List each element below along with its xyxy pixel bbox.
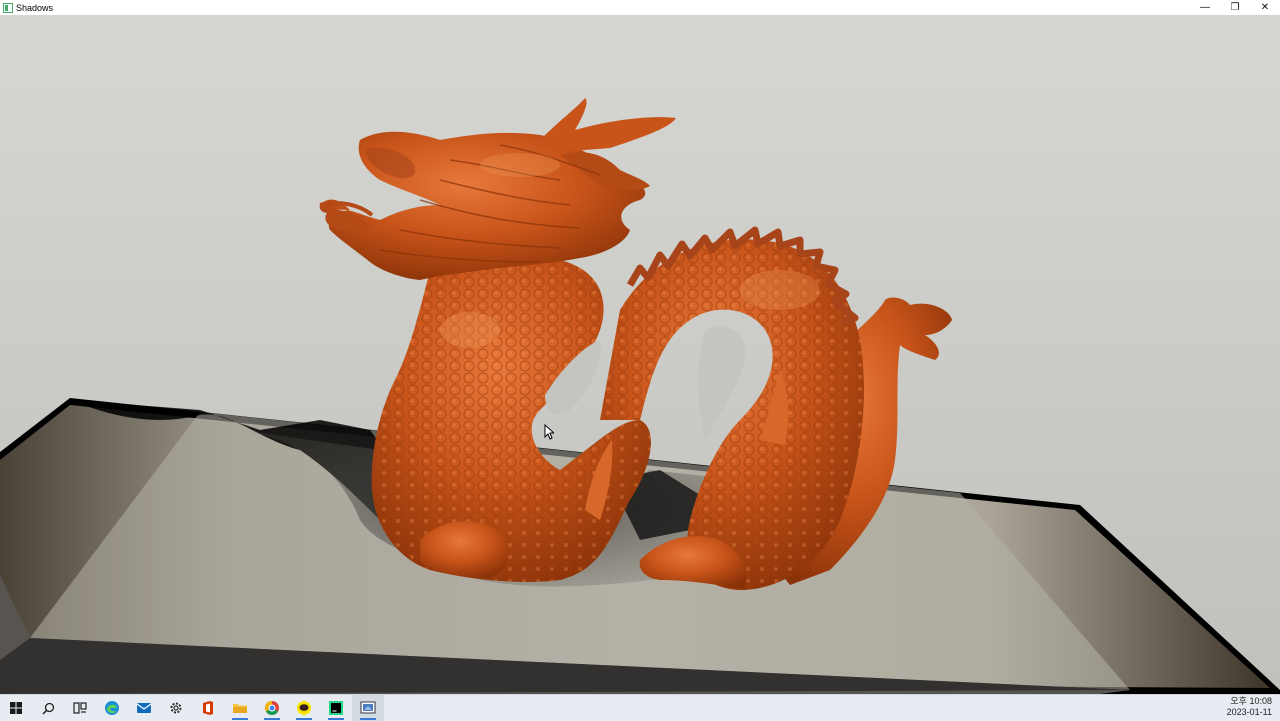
office-icon — [203, 701, 213, 715]
pycharm-button[interactable] — [320, 695, 352, 721]
close-button[interactable]: ✕ — [1250, 0, 1280, 15]
file-explorer-button[interactable] — [224, 695, 256, 721]
settings-icon — [170, 702, 182, 714]
mail-icon — [136, 703, 152, 713]
window-controls: — ❐ ✕ — [1190, 0, 1280, 15]
minimize-button[interactable]: — — [1190, 0, 1220, 15]
shadows-app-button[interactable] — [352, 695, 384, 721]
render-viewport[interactable] — [0, 15, 1280, 694]
window-title: Shadows — [16, 2, 54, 13]
kakaotalk-icon — [297, 701, 311, 715]
search-button[interactable] — [32, 695, 64, 721]
mail-button[interactable] — [128, 695, 160, 721]
system-clock[interactable]: 오후 10:08 2023-01-11 — [1227, 694, 1272, 720]
title-bar[interactable]: Shadows — ❐ ✕ — [0, 0, 1280, 15]
shadows-app-icon — [360, 701, 376, 714]
start-button[interactable] — [0, 695, 32, 721]
clock-date: 2023-01-11 — [1226, 707, 1272, 717]
chrome-icon — [265, 701, 279, 715]
chrome-button[interactable] — [256, 695, 288, 721]
edge-icon — [105, 701, 119, 715]
app-window: Shadows — ❐ ✕ — [0, 0, 1280, 694]
task-view-button[interactable] — [64, 695, 96, 721]
pycharm-icon — [329, 701, 343, 715]
office-button[interactable] — [192, 695, 224, 721]
clock-time: 오후 10:08 — [1230, 696, 1272, 706]
scene-canvas — [0, 15, 1280, 694]
restore-button[interactable]: ❐ — [1220, 0, 1250, 15]
kakaotalk-button[interactable] — [288, 695, 320, 721]
edge-button[interactable] — [96, 695, 128, 721]
app-icon — [3, 2, 13, 13]
taskbar — [0, 694, 1280, 721]
settings-button[interactable] — [160, 695, 192, 721]
task-view-icon — [73, 702, 87, 714]
search-icon — [41, 702, 54, 715]
start-icon — [10, 702, 22, 714]
file-explorer-icon — [233, 704, 247, 713]
mouse-cursor-icon — [544, 424, 554, 440]
